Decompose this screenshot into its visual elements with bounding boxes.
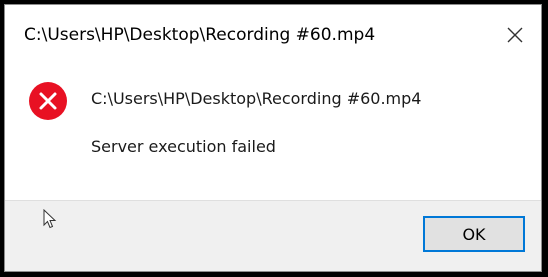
- file-path-text: C:\Users\HP\Desktop\Recording #60.mp4: [91, 89, 422, 108]
- title-bar[interactable]: C:\Users\HP\Desktop\Recording #60.mp4: [5, 5, 541, 63]
- error-icon: [29, 82, 67, 120]
- error-message: Server execution failed: [91, 137, 276, 156]
- close-button[interactable]: [497, 17, 533, 53]
- error-dialog: C:\Users\HP\Desktop\Recording #60.mp4 C:…: [4, 4, 542, 272]
- close-icon: [507, 27, 523, 43]
- button-bar: OK: [5, 200, 541, 271]
- window-title: C:\Users\HP\Desktop\Recording #60.mp4: [24, 25, 376, 45]
- dialog-content: C:\Users\HP\Desktop\Recording #60.mp4 Se…: [5, 63, 541, 203]
- mouse-cursor-icon: [43, 209, 57, 229]
- ok-button[interactable]: OK: [423, 216, 525, 252]
